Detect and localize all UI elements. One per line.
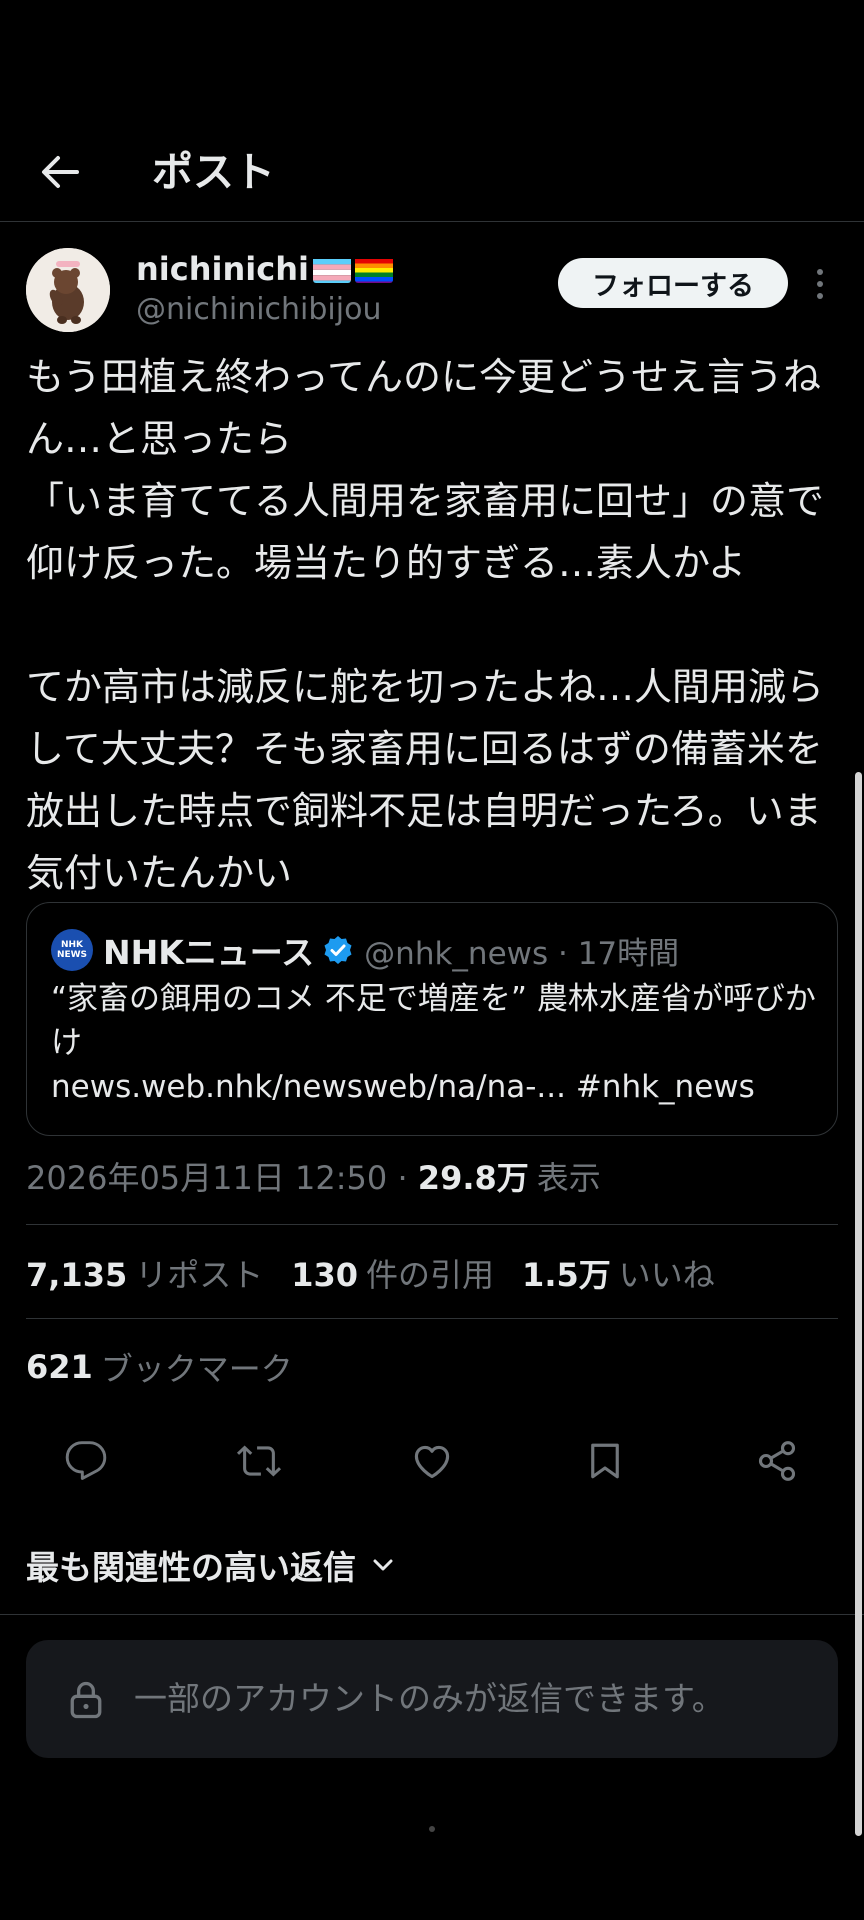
like-button[interactable] (407, 1436, 457, 1486)
bookmarks-count: 621 (26, 1348, 93, 1386)
verified-badge-icon (322, 934, 354, 966)
lock-icon (70, 1681, 102, 1719)
avatar[interactable] (26, 248, 110, 332)
nhk-logo-avatar: NHK NEWS (51, 929, 93, 971)
scrollbar[interactable] (855, 772, 862, 1836)
action-bar (0, 1436, 864, 1486)
post-meta: 2026年05月11日 12:50 · 29.8万 表示 (26, 1154, 601, 1198)
reply-button[interactable] (61, 1436, 111, 1486)
share-icon (758, 1441, 796, 1481)
post-datetime[interactable]: 2026年05月11日 12:50 · (26, 1153, 418, 1199)
reply-restricted-box: 一部のアカウントのみが返信できます。 (26, 1640, 838, 1758)
repost-button[interactable] (234, 1436, 284, 1486)
divider (26, 1318, 838, 1319)
reposts-stat[interactable]: 7,135 リポスト (26, 1250, 263, 1296)
reply-sort-label: 最も関連性の高い返信 (26, 1548, 356, 1587)
quoted-post-header: NHK NEWS NHKニュース @nhk_news · 17時間 (51, 929, 680, 972)
reply-sort-dropdown[interactable]: 最も関連性の高い返信 (26, 1540, 394, 1590)
bookmarks-stat[interactable]: 621 ブックマーク (26, 1344, 293, 1390)
post-author: nichinichi @nichinichibijou フォローする (26, 248, 838, 334)
like-icon (414, 1445, 450, 1479)
user-handle[interactable]: @nichinichibijou (136, 292, 381, 327)
quoted-post[interactable]: NHK NEWS NHKニュース @nhk_news · 17時間 “家畜の餌用… (26, 902, 838, 1136)
arrow-left-icon (42, 156, 79, 188)
bear-avatar-icon (26, 248, 110, 332)
home-indicator (429, 1826, 435, 1832)
likes-count: 1.5万 (522, 1256, 611, 1294)
post-text: もう田植え終わってんのに今更どうせえ言うねん…と思ったら 「いま育ててる人間用を… (26, 355, 825, 895)
logo-text-line1: NHK (60, 940, 84, 950)
reply-icon (65, 1441, 107, 1480)
divider (0, 1614, 864, 1615)
views-count: 29.8万 (417, 1159, 529, 1197)
page-title: ポスト (152, 148, 275, 196)
reposts-count: 7,135 (26, 1256, 128, 1294)
follow-button[interactable]: フォローする (558, 258, 788, 308)
reposts-label: リポスト (135, 1256, 264, 1294)
engagement-stats: 7,135 リポスト 130 件の引用 1.5万 いいね (26, 1250, 743, 1296)
likes-stat[interactable]: 1.5万 いいね (522, 1250, 715, 1296)
display-name-text: nichinichi (136, 250, 309, 288)
quoted-display-name: NHKニュース (103, 933, 315, 972)
transgender-flag-icon (312, 256, 351, 283)
display-name[interactable]: nichinichi (136, 250, 393, 288)
share-button[interactable] (752, 1436, 802, 1486)
logo-text-line2: NEWS (56, 950, 88, 960)
bookmark-button[interactable] (580, 1436, 630, 1486)
repost-icon (236, 1445, 282, 1477)
bookmarks-label: ブックマーク (100, 1350, 293, 1388)
more-options-icon[interactable] (810, 264, 830, 304)
divider (26, 1224, 838, 1225)
top-bar: ポスト (0, 130, 864, 222)
rainbow-flag-icon (354, 256, 393, 283)
quoted-handle-time: @nhk_news · 17時間 (364, 935, 680, 972)
quotes-count: 130 (291, 1256, 359, 1294)
chevron-down-icon (373, 1559, 393, 1571)
bookmark-icon (591, 1443, 619, 1479)
quoted-text: “家畜の餌用のコメ 不足で増産を” 農林水産省が呼びかけ news.web.nh… (51, 981, 816, 1105)
views-label: 表示 (536, 1159, 601, 1197)
reply-restriction-text: 一部のアカウントのみが返信できます。 (134, 1679, 725, 1718)
likes-label: いいね (618, 1256, 715, 1294)
quotes-label: 件の引用 (366, 1256, 495, 1294)
back-button[interactable] (38, 150, 82, 194)
quotes-stat[interactable]: 130 件の引用 (291, 1250, 494, 1296)
